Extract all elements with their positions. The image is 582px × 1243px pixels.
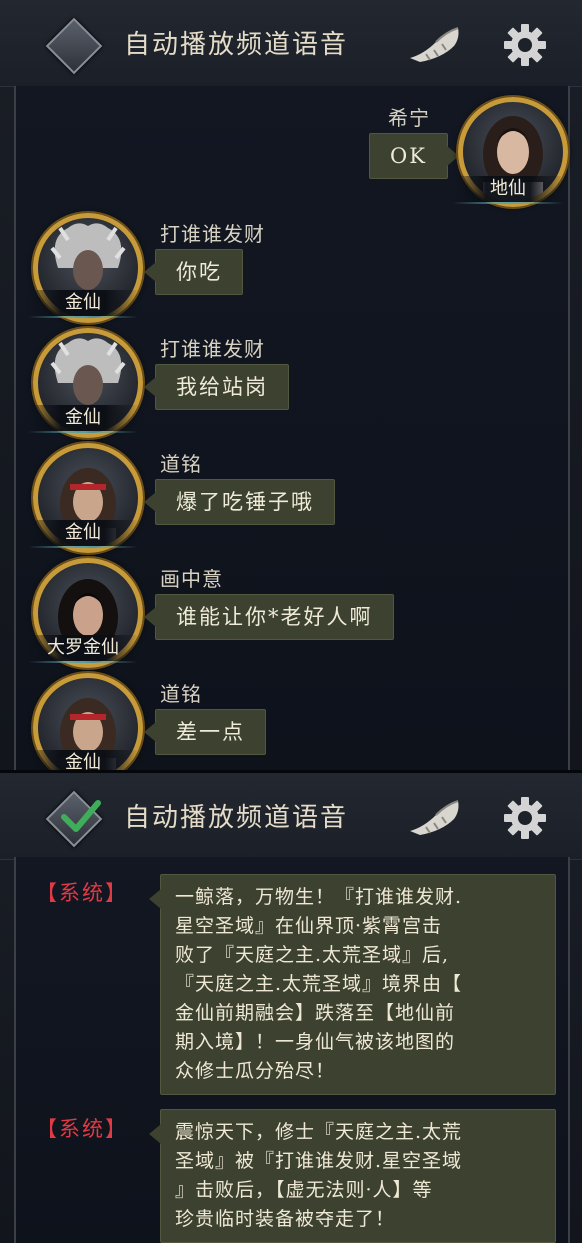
message-line: 金仙前期融会】跌落至【地仙前 <box>175 1002 456 1024</box>
sender-name: 希宁 <box>388 106 430 130</box>
message-line: 珍贵临时装备被夺走了！ <box>175 1208 396 1230</box>
chat-panel-voice-off: 自动播放频道语音 希宁 OK 地仙 金仙 打谁谁发财 你吃 金仙 打谁谁发财 我… <box>0 0 582 770</box>
message-bubble: 我给站岗 <box>144 364 289 410</box>
message-line: 震惊天下，修士『天庭之主.太荒 <box>175 1121 463 1143</box>
system-tag: 【系统】 <box>36 1117 128 1141</box>
sender-name: 道铭 <box>160 682 202 706</box>
horn-icon[interactable] <box>406 24 462 64</box>
message-bubble: OK <box>369 133 459 179</box>
message-line: 败了『天庭之主.太荒圣域』后, <box>175 944 450 966</box>
channel-header: 自动播放频道语音 <box>0 773 582 860</box>
check-icon <box>61 800 101 832</box>
system-tag: 【系统】 <box>36 881 128 905</box>
sender-name: 道铭 <box>160 452 202 476</box>
system-message-bubble: 一鲸落，万物生！『打谁谁发财. 星空圣域』在仙界顶·紫霄宫击 败了『天庭之主.太… <box>149 874 556 1095</box>
gear-icon[interactable] <box>502 795 548 841</box>
rank-label: 金仙 <box>28 750 138 770</box>
message-line: 』击败后，【虚无法则·人】等 <box>175 1179 433 1201</box>
horn-icon[interactable] <box>406 797 462 837</box>
message-line: 期入境】！一身仙气被该地图的 <box>175 1031 456 1053</box>
message-line: 『天庭之主.太荒圣域』境界由【 <box>175 973 463 995</box>
rank-label: 金仙 <box>28 405 138 431</box>
rank-underline <box>453 202 563 204</box>
chat-panel-voice-on: 自动播放频道语音 【系统】 一鲸落，万物生！『打谁谁发财. 星空圣域』在仙界顶·… <box>0 773 582 1243</box>
rank-underline <box>28 661 138 663</box>
rank-label: 金仙 <box>28 290 138 316</box>
rank-underline <box>28 546 138 548</box>
gear-icon[interactable] <box>502 22 548 68</box>
sender-name: 画中意 <box>160 567 223 591</box>
auto-voice-title: 自动播放频道语音 <box>124 30 349 60</box>
sender-name: 打谁谁发财 <box>160 222 265 246</box>
rank-label: 大罗金仙 <box>28 635 138 661</box>
channel-header: 自动播放频道语音 <box>0 0 582 87</box>
rank-underline <box>28 431 138 433</box>
message-bubble: 差一点 <box>144 709 266 755</box>
rank-label: 地仙 <box>453 176 563 202</box>
message-line: 一鲸落，万物生！『打谁谁发财. <box>175 886 463 908</box>
message-bubble: 爆了吃锤子哦 <box>144 479 335 525</box>
message-line: 众修士瓜分殆尽！ <box>175 1060 336 1082</box>
system-message-bubble: 震惊天下，修士『天庭之主.太荒 圣域』被『打谁谁发财.星空圣域 』击败后，【虚无… <box>149 1109 556 1243</box>
message-bubble: 谁能让你*老好人啊 <box>144 594 394 640</box>
auto-voice-toggle[interactable] <box>45 17 103 75</box>
message-line: 圣域』被『打谁谁发财.星空圣域 <box>175 1150 463 1172</box>
auto-voice-title: 自动播放频道语音 <box>124 803 349 833</box>
sender-name: 打谁谁发财 <box>160 337 265 361</box>
message-line: 星空圣域』在仙界顶·紫霄宫击 <box>175 915 443 937</box>
rank-underline <box>28 316 138 318</box>
rank-label: 金仙 <box>28 520 138 546</box>
message-bubble: 你吃 <box>144 249 243 295</box>
